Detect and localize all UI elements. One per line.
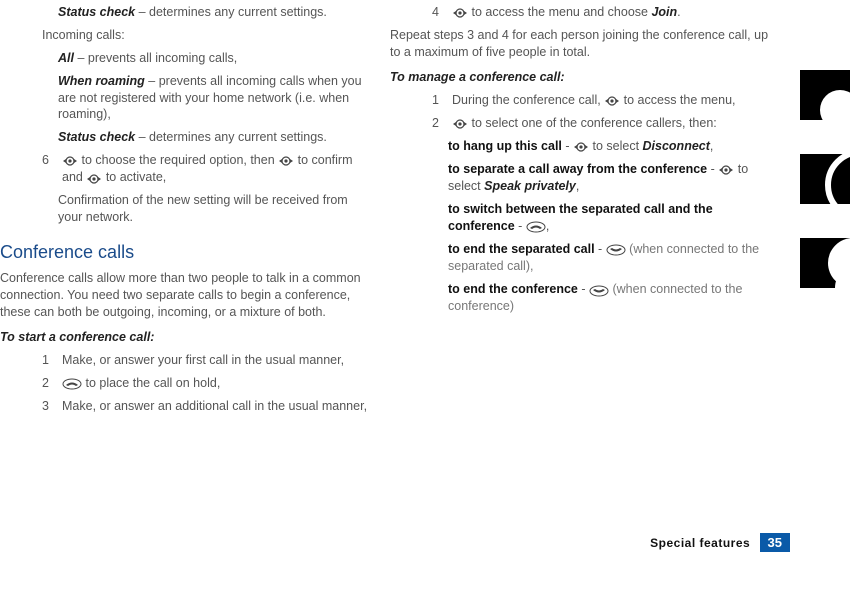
manage-conf-heading: To manage a conference call: [390,69,775,86]
nav-key-icon [452,4,468,21]
nav-key-icon [278,152,294,169]
opt-end-separated: to end the separated call - (when connec… [390,241,775,275]
end-key-icon [606,241,626,258]
start-step-1: 1 Make, or answer your first call in the… [0,352,370,369]
manage-step-2: 2 to select one of the conference caller… [390,115,775,132]
left-column: Status check – determines any current se… [0,4,370,421]
call-key-icon [526,218,546,235]
start-step-4: 4 to access the menu and choose Join. [390,4,775,21]
end-key-icon [589,282,609,299]
right-column: 4 to access the menu and choose Join. Re… [390,4,775,421]
footer-page-number: 35 [760,533,790,552]
opt-switch: to switch between the separated call and… [390,201,775,235]
page-columns: Status check – determines any current se… [0,0,850,421]
nav-key-icon [573,138,589,155]
opt-end-conference: to end the conference - (when connected … [390,281,775,315]
status-check-1: Status check – determines any current se… [0,4,370,21]
nav-key-icon [452,115,468,132]
nav-key-icon [604,92,620,109]
page-footer: Special features 35 [0,533,790,552]
opt-when-roaming: When roaming – prevents all incoming cal… [0,73,370,124]
opt-separate: to separate a call away from the confere… [390,161,775,195]
opt-hang-up: to hang up this call - to select Disconn… [390,138,775,155]
status-check-2: Status check – determines any current se… [0,129,370,146]
step-6: 6 to choose the required option, then to… [0,152,370,186]
step-6-confirmation: Confirmation of the new setting will be … [0,192,370,226]
call-key-icon [62,375,82,392]
manage-step-1: 1 During the conference call, to access … [390,92,775,109]
start-step-3: 3 Make, or answer an additional call in … [0,398,370,415]
side-tab-3 [800,238,850,288]
section-conference-calls: Conference calls [0,240,370,264]
opt-all: All – prevents all incoming calls, [0,50,370,67]
footer-section-label: Special features [650,536,750,550]
start-conf-heading: To start a conference call: [0,329,370,346]
side-tabs [800,70,850,288]
nav-key-icon [62,152,78,169]
start-step-2: 2 to place the call on hold, [0,375,370,392]
nav-key-icon [718,161,734,178]
section-desc: Conference calls allow more than two peo… [0,270,370,321]
side-tab-1 [800,70,850,120]
side-tab-2 [800,154,850,204]
repeat-note: Repeat steps 3 and 4 for each person joi… [390,27,775,61]
incoming-calls-label: Incoming calls: [0,27,370,44]
nav-key-icon [86,170,102,187]
